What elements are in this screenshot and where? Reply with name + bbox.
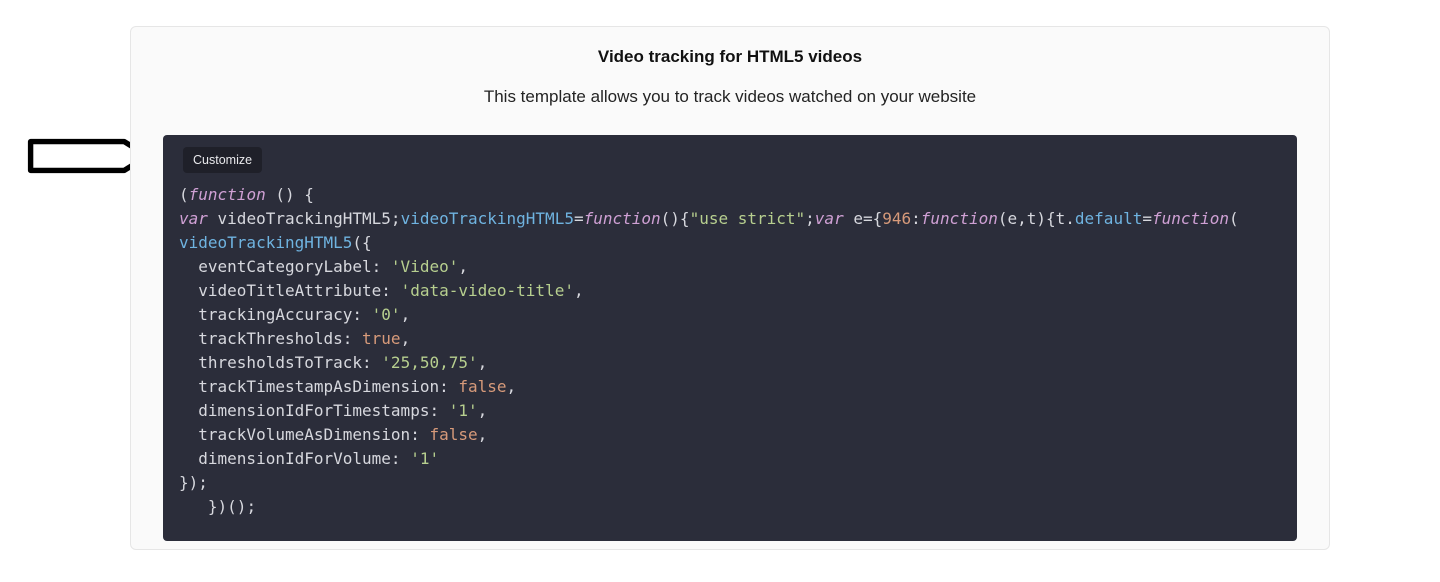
code-block: Customize (function () { var videoTracki… [163,135,1297,541]
panel-header: Video tracking for HTML5 videos This tem… [131,27,1329,107]
code-scroll-region[interactable]: (function () { var videoTrackingHTML5;vi… [163,183,1297,541]
panel-title: Video tracking for HTML5 videos [131,47,1329,67]
customize-button[interactable]: Customize [183,147,262,173]
template-panel: Video tracking for HTML5 videos This tem… [130,26,1330,550]
code-content: (function () { var videoTrackingHTML5;vi… [163,183,1297,539]
panel-subtitle: This template allows you to track videos… [131,87,1329,107]
